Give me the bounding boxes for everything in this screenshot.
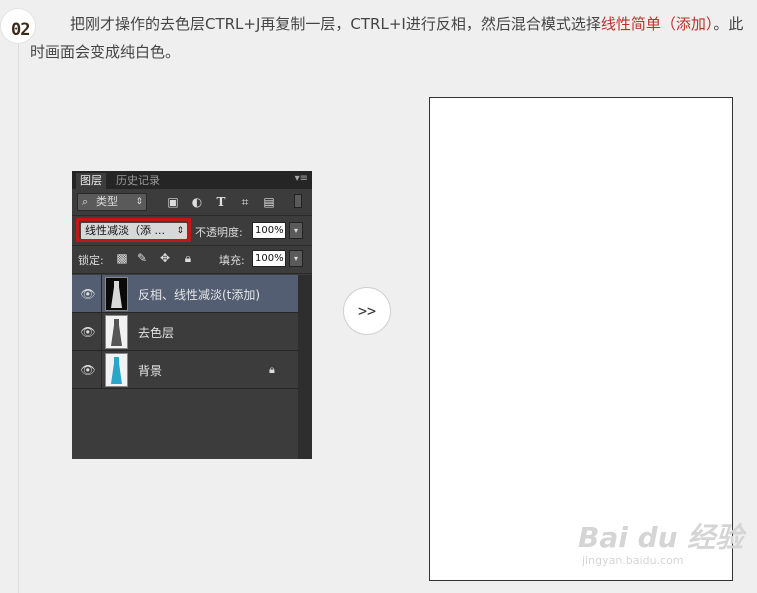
layer-thumbnail <box>105 353 128 387</box>
panel-menu-icon[interactable]: ▾≡ <box>295 173 308 184</box>
watermark-logo: Bai du 经验 <box>578 521 744 554</box>
fill-input[interactable]: 100% <box>252 250 286 267</box>
updown-arrow-icon: ⇕ <box>135 197 143 207</box>
fill-label: 填充: <box>219 254 245 267</box>
divider <box>72 273 312 274</box>
divider <box>72 215 312 216</box>
eye-icon[interactable]: 👁︎ <box>79 364 97 376</box>
filter-toggle[interactable] <box>294 194 302 208</box>
filter-row: ⌕ 类型 ⇕ ▣ ◐ T ⌗ ▤ <box>72 189 312 215</box>
image-filter-icon[interactable]: ▣ <box>166 195 180 209</box>
layers-panel: 图层 历史记录 ▾≡ ⌕ 类型 ⇕ ▣ ◐ T ⌗ ▤ 线性减淡（添 ... ⇕… <box>72 171 312 459</box>
lock-all-icon[interactable]: 🔒︎ <box>181 251 195 265</box>
watermark-url: jingyan.baidu.com <box>582 554 684 567</box>
step-number: 02 <box>11 20 31 40</box>
panel-tabbar: 图层 历史记录 ▾≡ <box>72 171 312 189</box>
layer-name[interactable]: 去色层 <box>138 324 174 341</box>
layer-scrollbar[interactable] <box>298 275 312 459</box>
kind-filter-select[interactable]: ⌕ 类型 ⇕ <box>77 193 147 211</box>
adjustment-filter-icon[interactable]: ◐ <box>190 195 204 209</box>
fill-dropdown-button[interactable]: ▾ <box>289 250 303 267</box>
layer-thumbnail <box>105 315 128 349</box>
guide-line <box>18 30 19 593</box>
layer-thumbnail <box>105 277 128 311</box>
opacity-dropdown-button[interactable]: ▾ <box>289 222 303 239</box>
divider <box>72 245 312 246</box>
opacity-input[interactable]: 100% <box>252 222 286 239</box>
layer-name[interactable]: 背景 <box>138 362 162 379</box>
eye-icon[interactable]: 👁︎ <box>79 288 97 300</box>
result-canvas <box>429 97 733 581</box>
layer-row-background[interactable]: 👁︎ 背景 🔒︎ <box>72 351 298 389</box>
eye-icon[interactable]: 👁︎ <box>79 326 97 338</box>
layer-row-invert[interactable]: 👁︎ 反相、线性减淡(t添加) <box>72 275 298 313</box>
type-filter-icon[interactable]: T <box>214 195 228 209</box>
shape-filter-icon[interactable]: ⌗ <box>238 195 252 209</box>
lock-image-icon[interactable]: ✎ <box>135 251 149 265</box>
next-arrow-icon: >> <box>343 287 391 335</box>
layer-row-desaturate[interactable]: 👁︎ 去色层 <box>72 313 298 351</box>
lock-label: 锁定: <box>78 254 104 267</box>
instruction-text: 把刚才操作的去色层CTRL+J再复制一层，CTRL+I进行反相，然后混合模式选择… <box>30 15 744 61</box>
lock-position-icon[interactable]: ✥ <box>158 251 172 265</box>
instruction-highlight: 线性简单（添加） <box>600 15 714 33</box>
lock-icon: 🔒︎ <box>269 363 275 376</box>
tab-layers[interactable]: 图层 <box>76 173 106 189</box>
layer-name[interactable]: 反相、线性减淡(t添加) <box>138 286 260 303</box>
lock-transparency-icon[interactable]: ▩ <box>115 251 129 265</box>
layer-list: 👁︎ 反相、线性减淡(t添加) 👁︎ 去色层 👁︎ 背景 🔒︎ <box>72 275 298 459</box>
highlight-box <box>76 218 191 242</box>
opacity-label: 不透明度: <box>195 226 243 239</box>
smartobject-filter-icon[interactable]: ▤ <box>262 195 276 209</box>
search-icon: ⌕ <box>82 195 89 208</box>
tab-history[interactable]: 历史记录 <box>112 173 164 189</box>
